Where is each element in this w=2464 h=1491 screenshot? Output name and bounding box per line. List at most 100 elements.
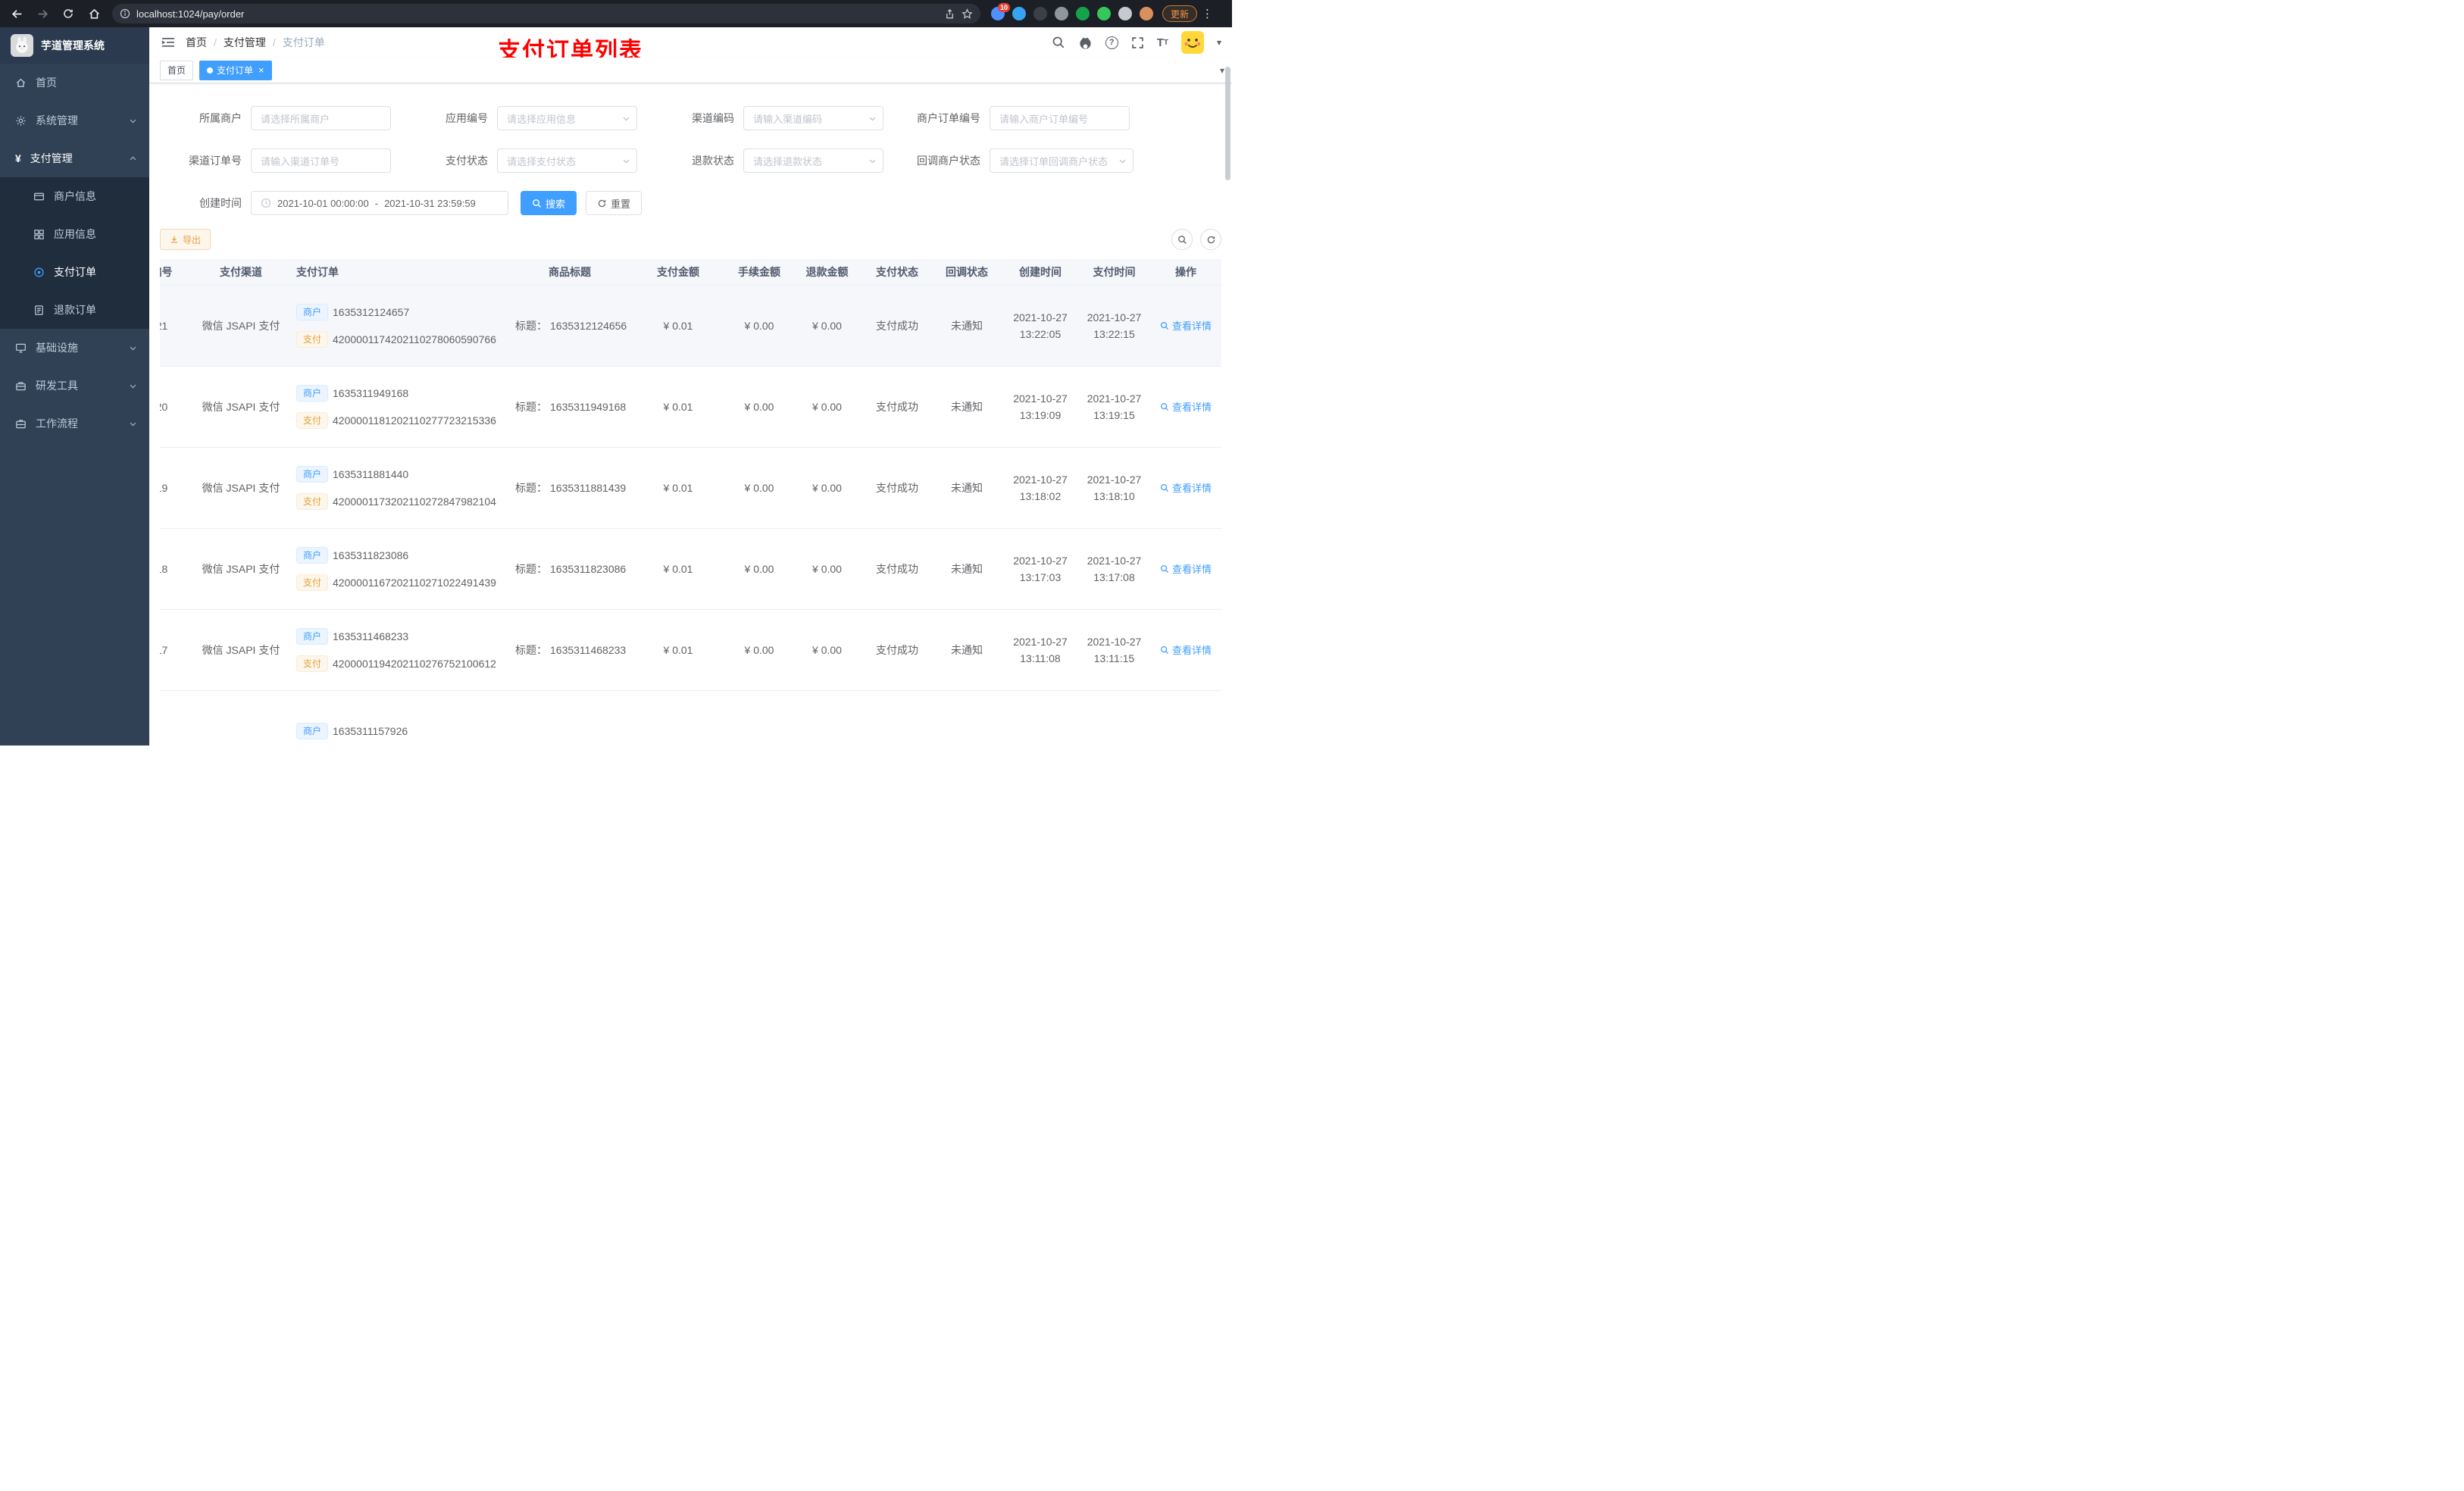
extension-icon[interactable]: [1055, 7, 1068, 20]
text-size-icon[interactable]: TT: [1157, 36, 1168, 49]
cell-id: 21: [160, 285, 198, 367]
channel-order-no: 4200001181202110277723215336: [333, 414, 496, 427]
chevron-down-icon: [1118, 157, 1127, 165]
view-detail-link[interactable]: 查看详情: [1160, 642, 1212, 657]
sidebar-item-devtools[interactable]: 研发工具: [0, 367, 149, 405]
page-scrollbar[interactable]: [1225, 67, 1230, 180]
merchant-order-no-input[interactable]: 请输入商户订单编号: [990, 106, 1130, 130]
grid-icon: [33, 229, 45, 240]
sidebar-item-pay-order[interactable]: 支付订单: [0, 253, 149, 291]
cell-title: 标题： 1635311468233: [511, 609, 629, 691]
filter-notify-status: 回调商户状态 请选择订单回调商户状态: [899, 148, 1134, 173]
url-text[interactable]: localhost:1024/pay/order: [136, 8, 938, 20]
view-detail-link[interactable]: 查看详情: [1160, 561, 1212, 576]
user-menu-caret-icon[interactable]: ▾: [1217, 37, 1221, 48]
app-id-select[interactable]: 请选择应用信息: [497, 106, 637, 130]
sidebar-item-workflow[interactable]: 工作流程: [0, 405, 149, 442]
cell-status: 支付成功: [863, 447, 931, 529]
tabs-menu-caret-icon[interactable]: ▾: [1220, 65, 1224, 76]
search-icon[interactable]: [1052, 36, 1065, 49]
home-icon[interactable]: [86, 6, 102, 21]
chevron-down-icon: [129, 344, 137, 352]
date-end: 2021-10-31 23:59:59: [384, 197, 476, 209]
share-icon[interactable]: [944, 8, 955, 20]
cell-notify: 未通知: [931, 528, 1002, 610]
sidebar-item-app-info[interactable]: 应用信息: [0, 215, 149, 253]
cell-status: 支付成功: [863, 366, 931, 448]
cell-channel: 微信 JSAPI 支付: [198, 528, 284, 610]
sidebar-item-system[interactable]: 系统管理: [0, 102, 149, 139]
date-range-picker[interactable]: 2021-10-01 00:00:00 - 2021-10-31 23:59:5…: [251, 191, 508, 215]
extension-icon[interactable]: 10: [991, 3, 1010, 20]
app-logo[interactable]: 芋道管理系统: [0, 27, 149, 64]
profile-icon[interactable]: [1140, 7, 1153, 20]
close-tab-icon[interactable]: ×: [258, 65, 264, 75]
cell-fee: ¥ 0.00: [727, 528, 791, 610]
sidebar-item-home[interactable]: 首页: [0, 64, 149, 102]
chevron-down-icon: [868, 114, 877, 123]
view-detail-link[interactable]: 查看详情: [1160, 480, 1212, 495]
update-button[interactable]: 更新: [1162, 5, 1198, 22]
cell-create-time: 2021-10-27 13:18:02: [1002, 447, 1078, 529]
sidebar-toggle-icon[interactable]: [149, 36, 186, 48]
sidebar-item-refund-order[interactable]: 退款订单: [0, 291, 149, 329]
export-button[interactable]: 导出: [160, 229, 211, 250]
tab-home[interactable]: 首页: [160, 60, 194, 80]
user-avatar[interactable]: [1180, 31, 1204, 54]
cell-refund: ¥ 0.00: [791, 447, 863, 529]
sidebar-item-merchant-info[interactable]: 商户信息: [0, 177, 149, 215]
help-icon[interactable]: ?: [1105, 36, 1118, 49]
extension-icon[interactable]: [1033, 7, 1047, 20]
merchant-tag: 商户: [296, 546, 329, 564]
cell-channel: 微信 JSAPI 支付: [198, 447, 284, 529]
channel-order-no-input[interactable]: 请输入渠道订单号: [251, 148, 391, 173]
extension-icon[interactable]: [1012, 7, 1026, 20]
refresh-table-button[interactable]: [1200, 229, 1221, 250]
extension-icon[interactable]: [1097, 7, 1111, 20]
pay-status-select[interactable]: 请选择支付状态: [497, 148, 637, 173]
filter-merchant: 所属商户 请选择所属商户: [160, 106, 391, 130]
merchant-tag: 商户: [296, 303, 329, 320]
refund-status-select[interactable]: 请选择退款状态: [743, 148, 883, 173]
sidebar-item-payment[interactable]: ¥ 支付管理: [0, 139, 149, 177]
cell-pay-order: 商户 1635311881440 支付 42000011732021102728…: [284, 447, 511, 529]
bookmark-star-icon[interactable]: [962, 8, 973, 20]
forward-icon[interactable]: [35, 6, 50, 21]
tab-pay-order[interactable]: 支付订单 ×: [199, 60, 272, 80]
kebab-menu-icon[interactable]: ⋮: [1202, 7, 1213, 20]
cell-amount: ¥ 0.01: [629, 528, 727, 610]
breadcrumb-pay-mgmt[interactable]: 支付管理: [224, 35, 266, 50]
toggle-search-button[interactable]: [1171, 229, 1193, 250]
page-content: 所属商户 请选择所属商户 应用编号 请选择应用信息 渠道编码 请输入渠道编码 商…: [149, 83, 1232, 746]
merchant-order-no: 1635311881440: [333, 467, 409, 480]
briefcase-icon: [15, 418, 27, 430]
cell-channel: 微信 JSAPI 支付: [198, 366, 284, 448]
url-bar[interactable]: localhost:1024/pay/order: [112, 4, 980, 23]
puzzle-icon[interactable]: [1118, 7, 1132, 20]
extension-icon[interactable]: [1076, 7, 1090, 20]
cell-actions: 查看详情: [1150, 528, 1221, 610]
view-detail-link[interactable]: 查看详情: [1160, 399, 1212, 414]
sidebar: 芋道管理系统 首页 系统管理 ¥ 支付管理 商户信息 应用信息 支付订单 退款订…: [0, 27, 149, 746]
monitor-icon: [15, 342, 27, 354]
fullscreen-icon[interactable]: [1131, 36, 1144, 49]
site-info-icon[interactable]: [120, 8, 130, 19]
cell-actions: 查看详情: [1150, 285, 1221, 367]
breadcrumb-home[interactable]: 首页: [186, 35, 207, 50]
search-button[interactable]: 搜索: [521, 191, 577, 215]
channel-code-select[interactable]: 请输入渠道编码: [743, 106, 883, 130]
cell-fee: ¥ 0.00: [727, 366, 791, 448]
back-icon[interactable]: [9, 6, 24, 21]
chevron-down-icon: [622, 114, 630, 123]
pay-tag: 支付: [296, 492, 329, 510]
extension-badge: 10: [997, 3, 1010, 12]
reload-icon[interactable]: [61, 6, 76, 21]
browser-window: localhost:1024/pay/order 10 更新 ⋮ 芋道管理系统 …: [0, 0, 1232, 746]
merchant-input[interactable]: 请选择所属商户: [251, 106, 391, 130]
notify-status-select[interactable]: 请选择订单回调商户状态: [990, 148, 1134, 173]
github-icon[interactable]: [1078, 36, 1093, 50]
sidebar-item-infra[interactable]: 基础设施: [0, 329, 149, 367]
cell-channel: 微信 JSAPI 支付: [198, 285, 284, 367]
view-detail-link[interactable]: 查看详情: [1160, 318, 1212, 333]
reset-button[interactable]: 重置: [586, 191, 643, 215]
